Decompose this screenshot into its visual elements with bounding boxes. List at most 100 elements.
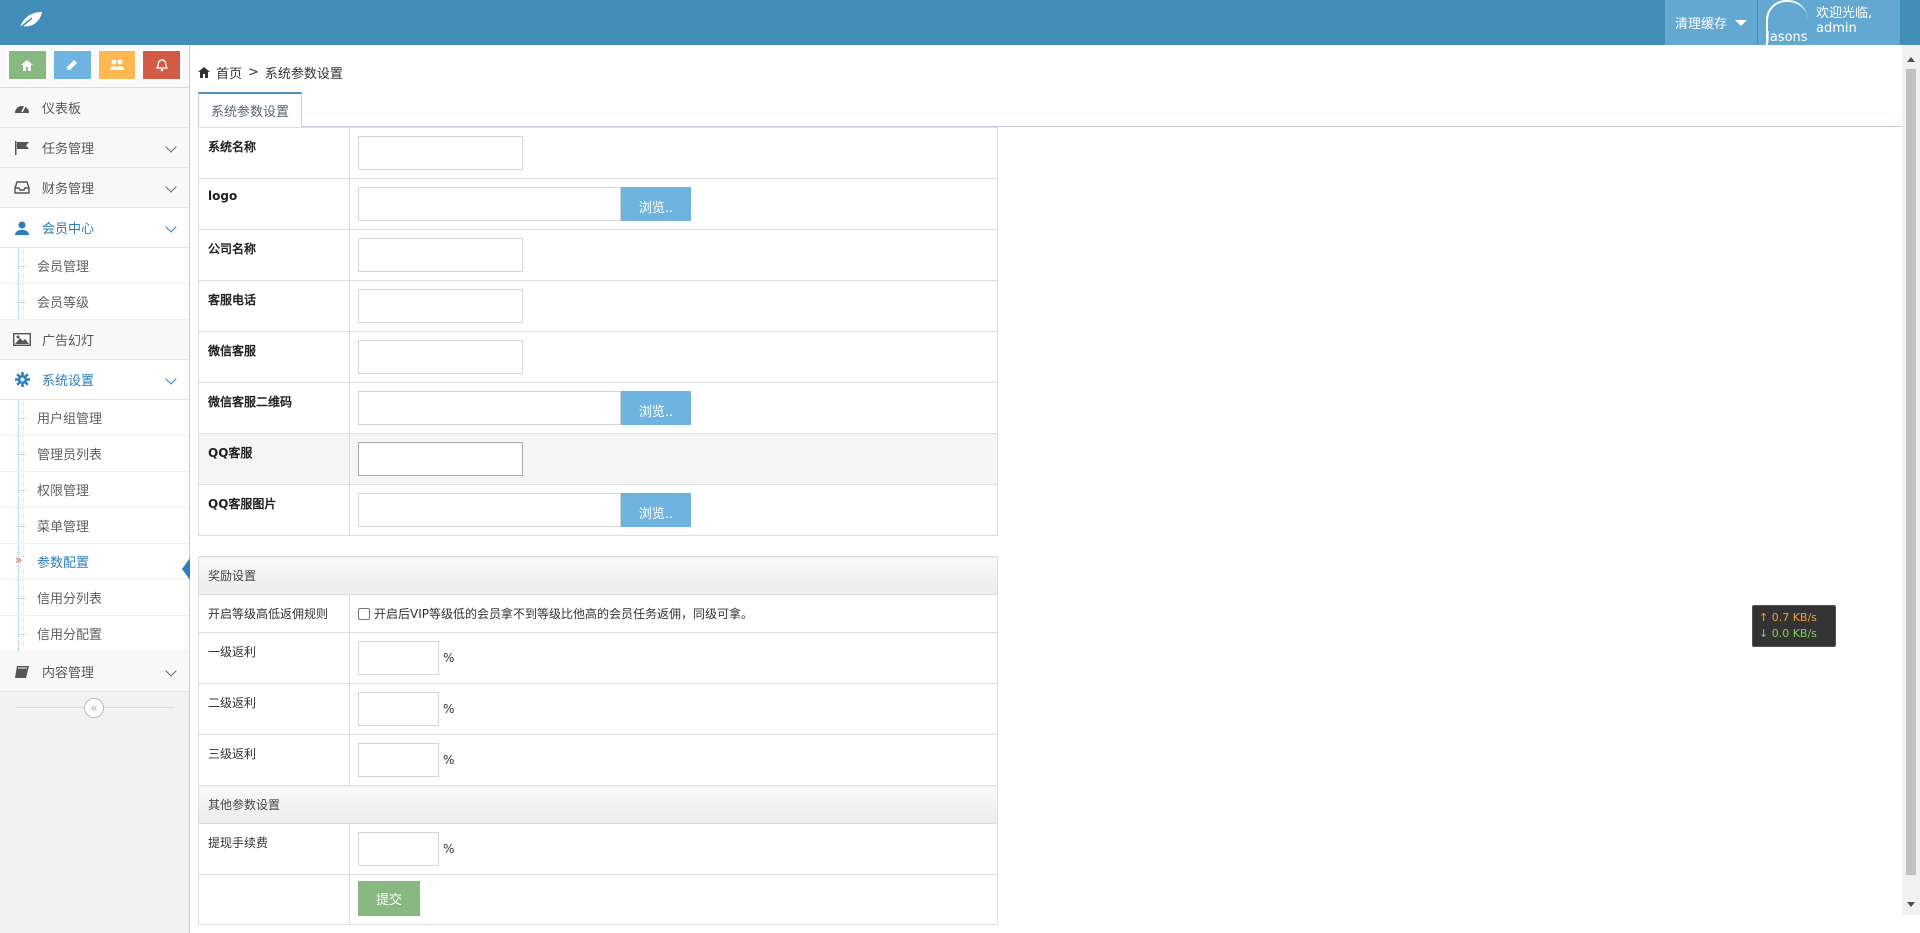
sidebar-subitem-admin-list[interactable]: 管理员列表 xyxy=(0,436,189,472)
chevron-down-icon xyxy=(165,221,177,233)
page-scrollbar[interactable] xyxy=(1902,45,1920,915)
percent-sign: % xyxy=(443,651,455,665)
wechat-qr-browse-button[interactable]: 浏览.. xyxy=(621,391,691,425)
reward-section-title: 奖励设置 xyxy=(198,556,998,595)
home-icon xyxy=(21,59,34,71)
sidebar-collapse-bar: « xyxy=(0,692,189,722)
breadcrumb-separator: > xyxy=(248,65,259,80)
level2-rebate-input[interactable] xyxy=(358,692,439,726)
sidebar-item-task-mgmt[interactable]: 任务管理 xyxy=(0,128,189,168)
shortcut-bell-button[interactable] xyxy=(141,49,182,81)
avatar-alt-text: Jasons xyxy=(1766,30,1808,45)
submit-row-label xyxy=(198,874,350,925)
logo-label: logo xyxy=(198,178,350,230)
service-phone-label: 客服电话 xyxy=(198,280,350,332)
chevron-down-icon xyxy=(165,181,177,193)
main-content: 首页 > 系统参数设置 系统参数设置 系统名称 logo 浏览.. 公司名称 客… xyxy=(190,45,1902,925)
user-menu[interactable]: Jasons 欢迎光临, admin xyxy=(1758,0,1900,45)
basic-settings-table: 系统名称 logo 浏览.. 公司名称 客服电话 微信客服 微信客服二维码 浏览… xyxy=(198,127,998,536)
tab-system-params[interactable]: 系统参数设置 xyxy=(198,92,303,128)
company-name-input[interactable] xyxy=(358,238,523,272)
gear-icon xyxy=(12,372,32,388)
sidebar-subitem-member-mgmt[interactable]: 会员管理 xyxy=(0,248,189,284)
sidebar-item-content-mgmt[interactable]: 内容管理 xyxy=(0,652,189,692)
sidebar-shortcuts xyxy=(0,45,189,88)
scroll-thumb[interactable] xyxy=(1906,69,1916,875)
sidebar-item-system-settings[interactable]: 系统设置 xyxy=(0,360,189,400)
sidebar-item-label: 会员中心 xyxy=(42,222,95,237)
service-phone-input[interactable] xyxy=(358,289,523,323)
breadcrumb: 首页 > 系统参数设置 xyxy=(198,63,343,82)
sidebar-subitem-permission[interactable]: 权限管理 xyxy=(0,472,189,508)
rebate-rule-checkbox-row[interactable]: 开启后VIP等级低的会员拿不到等级比他高的会员任务返佣，同级可拿。 xyxy=(358,603,989,622)
clear-cache-label: 清理缓存 xyxy=(1674,17,1727,32)
sidebar-subitem-label: 参数配置 xyxy=(37,556,90,571)
sidebar-subitem-param-config[interactable]: » 参数配置 xyxy=(0,544,190,580)
top-navbar: 清理缓存 Jasons 欢迎光临, admin xyxy=(0,0,1920,45)
rebate-rule-checkbox[interactable] xyxy=(358,607,370,620)
level3-rebate-input[interactable] xyxy=(358,743,439,777)
system-name-input[interactable] xyxy=(358,136,523,170)
percent-sign: % xyxy=(443,842,455,856)
sidebar-item-label: 广告幻灯 xyxy=(42,334,95,349)
sidebar-item-ad-slides[interactable]: 广告幻灯 xyxy=(0,320,189,360)
withdraw-fee-label: 提现手续费 xyxy=(198,823,350,875)
download-speed: ↓ 0.0 KB/s xyxy=(1759,627,1817,640)
qq-image-label: QQ客服图片 xyxy=(198,484,350,536)
active-pointer-icon xyxy=(182,558,190,580)
inbox-icon xyxy=(12,180,32,196)
rebate-rule-label: 开启等级高低返佣规则 xyxy=(198,594,350,633)
shortcut-pencil-button[interactable] xyxy=(51,49,93,81)
rebate-rule-checkbox-text: 开启后VIP等级低的会员拿不到等级比他高的会员任务返佣，同级可拿。 xyxy=(374,607,753,621)
home-icon xyxy=(198,67,210,78)
picture-icon xyxy=(12,332,32,348)
wechat-service-input[interactable] xyxy=(358,340,523,374)
tab-bar: 系统参数设置 xyxy=(198,92,1902,128)
qq-image-file-input[interactable] xyxy=(358,493,621,527)
welcome-username: admin xyxy=(1816,21,1857,36)
company-name-label: 公司名称 xyxy=(198,229,350,281)
logo-file-input[interactable] xyxy=(358,187,621,221)
sidebar-subitem-user-group[interactable]: 用户组管理 xyxy=(0,400,189,436)
sidebar-item-label: 系统设置 xyxy=(42,374,95,389)
sidebar-subitem-menu-mgmt[interactable]: 菜单管理 xyxy=(0,508,189,544)
clear-cache-dropdown[interactable]: 清理缓存 xyxy=(1665,0,1757,45)
sidebar-item-finance-mgmt[interactable]: 财务管理 xyxy=(0,168,189,208)
sidebar-subitem-credit-list[interactable]: 信用分列表 xyxy=(0,580,189,616)
wechat-qr-file-input[interactable] xyxy=(358,391,621,425)
leaf-logo-icon[interactable] xyxy=(18,10,46,34)
level1-rebate-input[interactable] xyxy=(358,641,439,675)
sidebar-item-label: 内容管理 xyxy=(42,666,95,681)
scroll-down-arrow-icon[interactable] xyxy=(1907,902,1915,907)
qq-service-label: QQ客服 xyxy=(198,433,350,485)
qq-service-input[interactable] xyxy=(358,442,523,476)
sidebar-item-member-center[interactable]: 会员中心 xyxy=(0,208,189,248)
sidebar-subitem-credit-config[interactable]: 信用分配置 xyxy=(0,616,189,652)
submit-button[interactable]: 提交 xyxy=(358,881,420,916)
user-icon xyxy=(12,220,32,236)
sidebar-item-dashboard[interactable]: 仪表板 xyxy=(0,88,189,128)
sidebar-subitem-member-level[interactable]: 会员等级 xyxy=(0,284,189,320)
welcome-greeting: 欢迎光临, xyxy=(1816,6,1873,21)
collapse-sidebar-icon[interactable]: « xyxy=(84,698,104,718)
chevron-down-icon xyxy=(165,665,177,677)
users-icon xyxy=(109,59,124,70)
reward-settings-table: 奖励设置 开启等级高低返佣规则 开启后VIP等级低的会员拿不到等级比他高的会员任… xyxy=(198,556,998,925)
percent-sign: % xyxy=(443,753,455,767)
withdraw-fee-input[interactable] xyxy=(358,832,439,866)
logo-browse-button[interactable]: 浏览.. xyxy=(621,187,691,221)
chevron-down-icon xyxy=(165,141,177,153)
breadcrumb-current: 系统参数设置 xyxy=(264,67,343,82)
other-section-title: 其他参数设置 xyxy=(198,785,998,824)
member-submenu: 会员管理 会员等级 xyxy=(0,248,189,320)
wechat-service-label: 微信客服 xyxy=(198,331,350,383)
qq-image-browse-button[interactable]: 浏览.. xyxy=(621,493,691,527)
welcome-text: 欢迎光临, admin xyxy=(1816,6,1872,36)
breadcrumb-home-link[interactable]: 首页 xyxy=(216,63,242,82)
chevron-down-icon xyxy=(165,373,177,385)
shortcut-home-button[interactable] xyxy=(7,49,48,81)
level2-rebate-label: 二级返利 xyxy=(198,683,350,735)
pencil-icon xyxy=(67,60,78,70)
shortcut-users-button[interactable] xyxy=(96,49,138,81)
scroll-up-arrow-icon[interactable] xyxy=(1907,57,1915,62)
